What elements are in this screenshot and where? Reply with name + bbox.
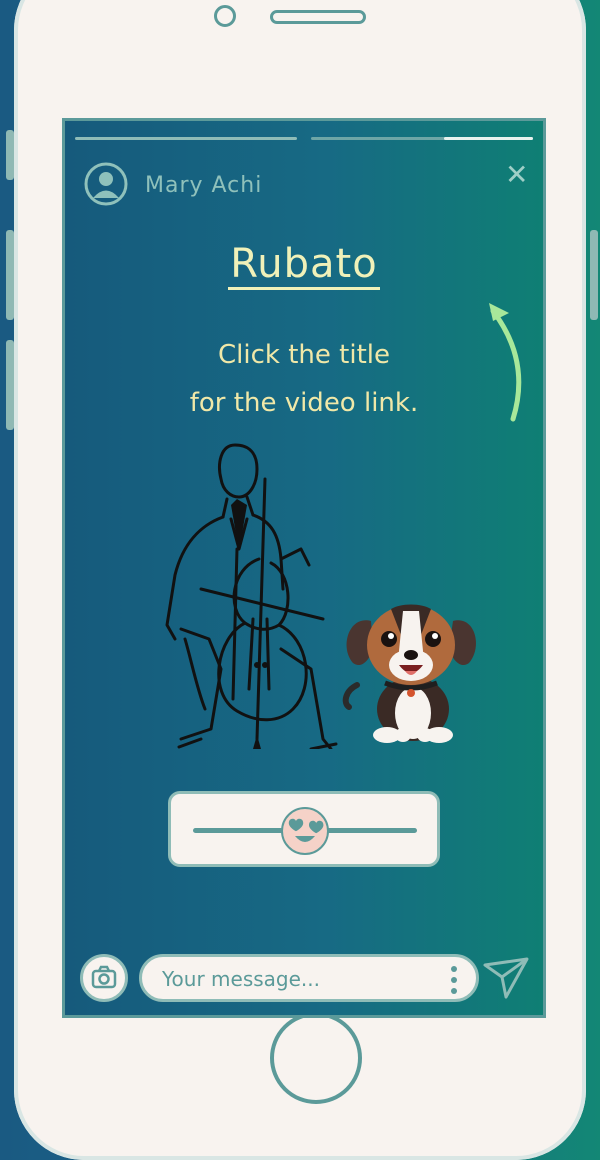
hint-line: Click the title [218,340,390,370]
speaker-grille [270,10,366,24]
curved-arrow-up-icon [489,303,522,422]
send-icon[interactable] [482,955,530,999]
home-button[interactable] [270,1012,362,1104]
front-camera [214,5,236,27]
story-title: Rubato [65,241,543,290]
hint-text: Click the title for the video link. [65,331,543,427]
story-progress-fill [444,137,533,140]
puppy-illustration-icon [342,604,476,743]
message-placeholder: Your message... [162,967,321,991]
story-progress-segment [75,137,297,140]
message-input[interactable]: Your message... [139,954,479,1002]
phone-side-button [6,130,14,180]
camera-icon [91,965,117,989]
emoji-reaction-slider[interactable] [168,791,440,867]
close-icon[interactable]: ✕ [505,161,528,189]
story-title-link[interactable]: Rubato [228,241,380,290]
heart-eyes-face-icon[interactable] [280,806,330,856]
user-name[interactable]: Mary Achi [145,173,262,198]
phone-side-button [6,230,14,320]
user-avatar-icon[interactable] [83,161,129,207]
more-vertical-icon[interactable] [450,965,458,995]
camera-button[interactable] [80,954,128,1002]
phone-side-button [590,230,598,320]
story-progress-segment [311,137,533,140]
hint-line: for the video link. [189,388,419,418]
cellist-illustration-icon [165,443,338,749]
story-screen: Mary Achi ✕ Rubato Click the title for t… [62,118,546,1018]
phone-side-button [6,340,14,430]
